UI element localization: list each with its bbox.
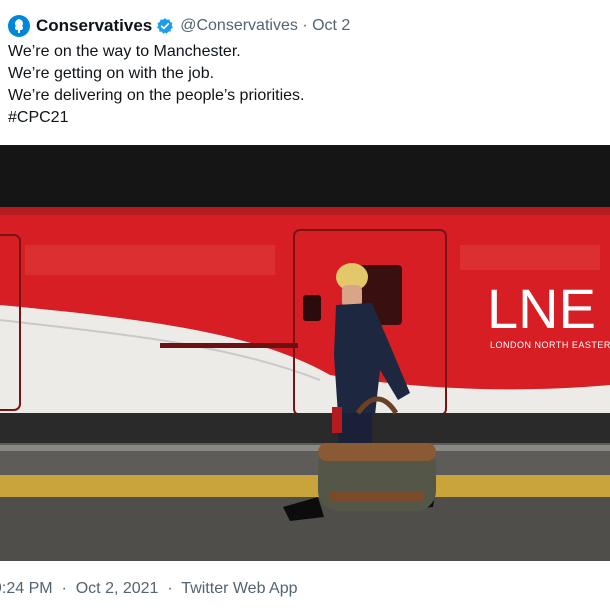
footer-separator-1: · bbox=[61, 580, 67, 597]
footer-separator-2: · bbox=[167, 580, 173, 597]
author-handle[interactable]: @Conservatives bbox=[180, 17, 298, 35]
tweet-full-date[interactable]: Oct 2, 2021 bbox=[76, 580, 159, 597]
verified-badge-icon bbox=[157, 18, 174, 34]
lne-operator-text: LONDON NORTH EASTERN bbox=[490, 340, 610, 350]
author-display-name[interactable]: Conservatives bbox=[36, 16, 152, 36]
tweet-line-3: We’re delivering on the people’s priorit… bbox=[8, 87, 305, 104]
lne-logo: LNE bbox=[487, 277, 596, 340]
tweet-time[interactable]: 9:24 PM bbox=[0, 580, 53, 597]
tweet-date[interactable]: Oct 2 bbox=[312, 17, 350, 35]
hashtag-link[interactable]: #CPC21 bbox=[8, 107, 304, 129]
tweet-line-1: We’re on the way to Manchester. bbox=[8, 43, 241, 60]
conservative-tree-logo-icon bbox=[14, 19, 24, 33]
tweet-photo[interactable]: LNE LONDON NORTH EASTERN bbox=[0, 145, 610, 561]
tweet-source[interactable]: Twitter Web App bbox=[181, 580, 297, 597]
tweet-footer: 9:24 PM · Oct 2, 2021 · Twitter Web App bbox=[0, 580, 298, 598]
photo-illustration: LNE LONDON NORTH EASTERN bbox=[0, 145, 610, 561]
tweet-header: Conservatives @Conservatives · Oct 2 bbox=[8, 14, 350, 38]
avatar[interactable] bbox=[8, 15, 30, 37]
header-separator: · bbox=[302, 17, 308, 34]
tweet-line-2: We’re getting on with the job. bbox=[8, 65, 215, 82]
tweet-text: We’re on the way to Manchester. We’re ge… bbox=[8, 41, 304, 129]
